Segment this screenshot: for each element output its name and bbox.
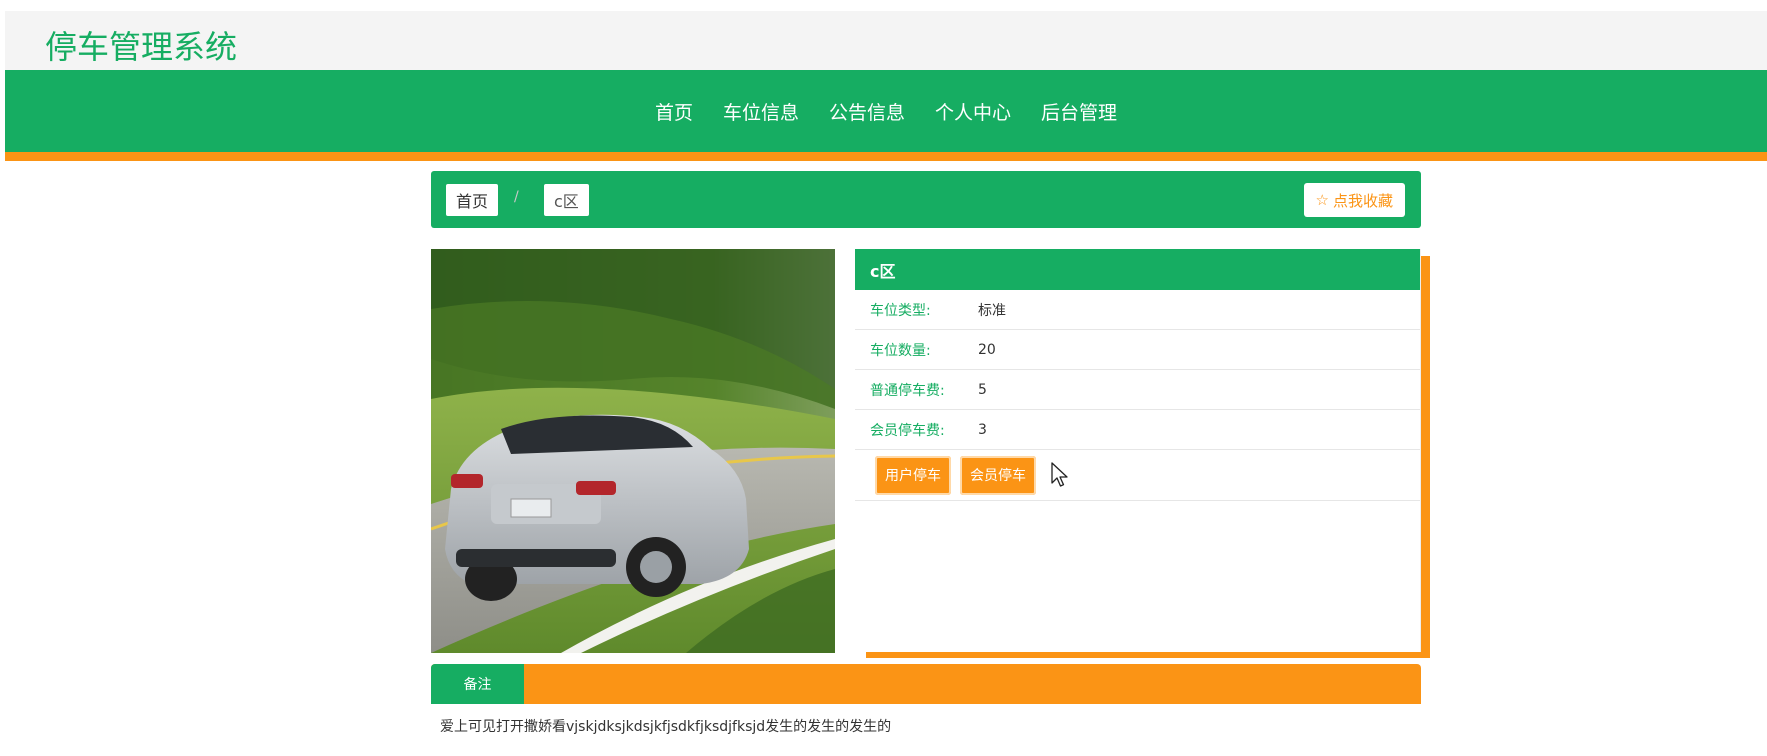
car-photo-illustration xyxy=(431,249,835,653)
detail-row: 普通停车费: 5 xyxy=(855,370,1420,410)
notes-tabbar: 备注 xyxy=(431,664,1421,704)
detail-value: 3 xyxy=(978,421,987,438)
detail-row: 会员停车费: 3 xyxy=(855,410,1420,450)
parking-photo xyxy=(431,249,835,653)
breadcrumb: 首页 / c区 ☆ 点我收藏 xyxy=(431,171,1421,228)
action-row: 用户停车 会员停车 xyxy=(855,450,1420,501)
favorite-label: 点我收藏 xyxy=(1332,191,1393,210)
member-parking-button[interactable]: 会员停车 xyxy=(960,455,1036,495)
detail-row: 车位类型: 标准 xyxy=(855,290,1420,330)
mouse-cursor-icon xyxy=(1051,462,1068,487)
nav-item-admin[interactable]: 后台管理 xyxy=(1041,98,1117,125)
detail-label: 会员停车费: xyxy=(870,422,945,439)
breadcrumb-current: c区 xyxy=(544,184,589,216)
top-header: 停车管理系统 xyxy=(5,11,1767,70)
main-nav: 首页 车位信息 公告信息 个人中心 后台管理 xyxy=(5,70,1767,152)
breadcrumb-home[interactable]: 首页 xyxy=(446,184,499,216)
user-parking-button[interactable]: 用户停车 xyxy=(875,455,951,495)
detail-value: 20 xyxy=(978,341,996,358)
notes-content: 爱上可见打开撒娇看vjskjdksjkdsjkfjsdkfjksdjfksjd发… xyxy=(440,719,892,735)
detail-label: 车位数量: xyxy=(870,342,931,359)
detail-label: 车位类型: xyxy=(870,302,931,319)
nav-item-parking-info[interactable]: 车位信息 xyxy=(723,98,799,125)
nav-item-personal-center[interactable]: 个人中心 xyxy=(935,98,1011,125)
notes-tab[interactable]: 备注 xyxy=(431,664,524,704)
detail-value: 5 xyxy=(978,381,987,398)
detail-label: 普通停车费: xyxy=(870,382,945,399)
nav-accent-stripe xyxy=(5,152,1767,161)
star-icon: ☆ xyxy=(1315,191,1329,209)
site-title: 停车管理系统 xyxy=(45,28,238,66)
parking-detail-panel: c区 车位类型: 标准 车位数量: 20 普通停车费: 5 会员停车费: 3 用… xyxy=(855,249,1421,652)
detail-row: 车位数量: 20 xyxy=(855,330,1420,370)
favorite-button[interactable]: ☆ 点我收藏 xyxy=(1303,183,1405,217)
detail-title: c区 xyxy=(855,249,1420,290)
detail-value: 标准 xyxy=(978,302,1006,319)
nav-item-announcements[interactable]: 公告信息 xyxy=(829,98,905,125)
nav-item-home[interactable]: 首页 xyxy=(655,98,693,125)
breadcrumb-separator: / xyxy=(514,189,519,205)
